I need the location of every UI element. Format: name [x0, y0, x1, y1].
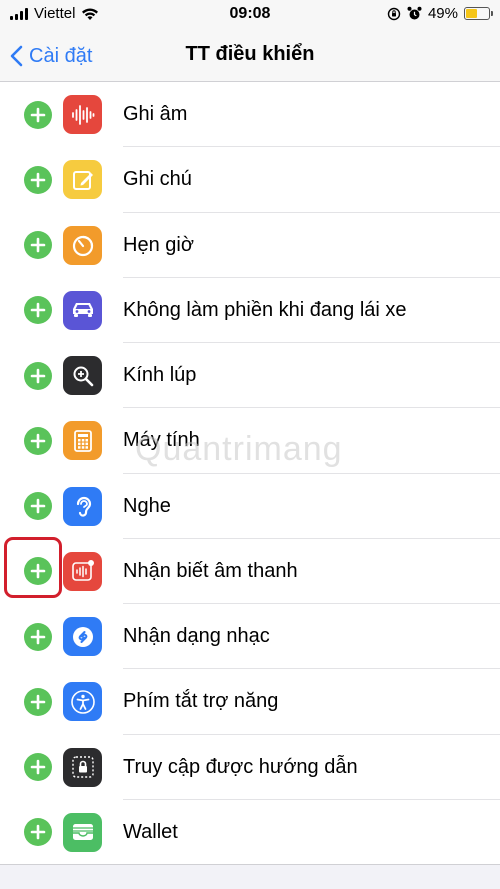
- list-item[interactable]: Kính lúp: [0, 343, 500, 409]
- list-item[interactable]: Ghi chú: [0, 147, 500, 213]
- more-controls-list: Ghi âm Ghi chú Hẹn giờ Không làm phiền k…: [0, 82, 500, 865]
- plus-icon: [30, 172, 46, 188]
- battery-percent: 49%: [427, 5, 458, 22]
- plus-icon: [30, 759, 46, 775]
- alarm-icon: [407, 6, 422, 20]
- add-button[interactable]: [24, 165, 52, 194]
- plus-icon: [30, 368, 46, 383]
- add-button[interactable]: [24, 426, 52, 455]
- list-item[interactable]: Máy tính: [0, 408, 500, 474]
- plus-icon: [30, 498, 46, 514]
- add-button[interactable]: [24, 361, 52, 390]
- plus-icon: [30, 629, 46, 644]
- control-label: Ghi chú: [123, 168, 192, 191]
- control-label: Không làm phiền khi đang lái xe: [123, 298, 407, 321]
- battery-icon: [464, 7, 493, 20]
- add-button[interactable]: [24, 557, 52, 586]
- plus-icon: [30, 694, 46, 710]
- guided-access-icon: [63, 747, 102, 787]
- plus-icon: [30, 107, 46, 122]
- add-button[interactable]: [24, 622, 52, 651]
- list-item[interactable]: Nghe: [0, 474, 500, 539]
- list-item[interactable]: Wallet: [0, 800, 500, 865]
- control-label: Truy cập được hướng dẫn: [123, 755, 358, 778]
- control-label: Ghi âm: [123, 103, 188, 126]
- status-right: 49%: [387, 5, 493, 22]
- timer-icon: [63, 225, 102, 265]
- add-button[interactable]: [24, 100, 52, 129]
- plus-icon: [30, 433, 46, 449]
- notes-icon: [63, 160, 102, 200]
- list-item[interactable]: Không làm phiền khi đang lái xe: [0, 278, 500, 343]
- voice-memos-icon: [63, 95, 102, 135]
- plus-icon: [30, 825, 46, 840]
- battery-fill: [466, 9, 477, 18]
- add-button[interactable]: [24, 296, 52, 325]
- list-item[interactable]: Ghi âm: [0, 82, 500, 148]
- shazam-icon: [63, 617, 102, 657]
- plus-icon: [30, 303, 46, 318]
- sound-recognition-icon: [63, 551, 102, 591]
- add-button[interactable]: [24, 492, 52, 521]
- add-button[interactable]: [24, 231, 52, 260]
- magnifier-icon: [63, 356, 102, 396]
- accessibility-icon: [63, 682, 102, 722]
- control-label: Phím tắt trợ năng: [123, 690, 279, 713]
- list-item[interactable]: Phím tắt trợ năng: [0, 669, 500, 735]
- page-title: TT điều khiển: [185, 43, 315, 65]
- list-item[interactable]: Truy cập được hướng dẫn: [0, 735, 500, 800]
- orientation-lock-icon: [387, 7, 401, 20]
- list-item[interactable]: Nhận dạng nhạc: [0, 604, 500, 670]
- navigation-bar: Cài đặt TT điều khiển: [0, 30, 500, 82]
- wallet-icon: [63, 812, 102, 852]
- calculator-icon: [63, 421, 102, 461]
- control-label: Nhận dạng nhạc: [123, 625, 270, 648]
- list-item[interactable]: Nhận biết âm thanh: [0, 539, 500, 604]
- add-button[interactable]: [24, 687, 52, 716]
- control-label: Hẹn giờ: [123, 233, 194, 256]
- ear-icon: [63, 486, 102, 526]
- control-label: Wallet: [123, 820, 178, 843]
- control-label: Nghe: [123, 494, 171, 517]
- control-label: Máy tính: [123, 429, 200, 452]
- list-item[interactable]: Hẹn giờ: [0, 213, 500, 278]
- add-button[interactable]: [24, 753, 52, 782]
- add-button[interactable]: [24, 818, 52, 847]
- plus-icon: [30, 237, 46, 253]
- control-label: Nhận biết âm thanh: [123, 559, 298, 582]
- plus-icon: [30, 564, 46, 579]
- control-label: Kính lúp: [123, 364, 197, 387]
- status-bar: Viettel 09:08 49%: [0, 0, 500, 30]
- car-icon: [63, 290, 102, 330]
